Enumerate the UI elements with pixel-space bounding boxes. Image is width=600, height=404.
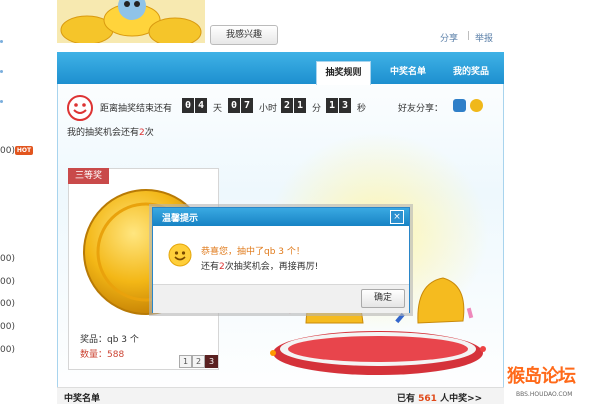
page-button[interactable]: 2 bbox=[192, 355, 205, 368]
share-link[interactable]: 分享 bbox=[440, 31, 458, 44]
countdown-digit: 2 bbox=[281, 98, 293, 113]
left-value: 00) bbox=[0, 322, 15, 332]
countdown-digit: 0 bbox=[228, 98, 240, 113]
tab-winners-list[interactable]: 中奖名单 bbox=[379, 61, 437, 84]
activity-thumbnail[interactable] bbox=[57, 0, 205, 43]
interest-button[interactable]: 我感兴趣 bbox=[210, 25, 278, 45]
left-column bbox=[0, 0, 14, 403]
countdown-digit: 0 bbox=[182, 98, 194, 113]
left-value: 00) bbox=[0, 345, 15, 355]
list-bullet bbox=[0, 40, 3, 43]
qzone-share-icon[interactable] bbox=[453, 99, 466, 112]
friend-share-label: 好友分享： bbox=[398, 104, 444, 114]
page-button[interactable]: 1 bbox=[179, 355, 192, 368]
smiley-icon bbox=[67, 95, 93, 121]
dialog-title: 温馨提示 bbox=[162, 214, 199, 224]
left-value: 00) bbox=[0, 254, 15, 264]
smile-icon bbox=[168, 243, 192, 267]
winners-count-link[interactable]: 已有 561 人中奖>> bbox=[397, 391, 482, 404]
chances-prefix: 我的抽奖机会还有 bbox=[67, 128, 140, 138]
link-separator: | bbox=[467, 31, 471, 41]
report-link[interactable]: 举报 bbox=[475, 31, 493, 44]
page-button-current[interactable]: 3 bbox=[205, 355, 218, 368]
prize-tier-tag: 三等奖 bbox=[68, 168, 109, 184]
hour-unit: 小时 bbox=[259, 104, 278, 114]
dialog-chances-prefix: 还有 bbox=[201, 262, 220, 272]
close-icon[interactable]: × bbox=[390, 210, 404, 224]
tab-my-prizes[interactable]: 我的奖品 bbox=[441, 61, 501, 84]
chances-text: 我的抽奖机会还有2次 bbox=[67, 125, 154, 138]
chances-suffix: 次 bbox=[144, 128, 154, 138]
dialog-chances-suffix: 次抽奖机会，再接再厉! bbox=[224, 262, 319, 272]
countdown-digit: 7 bbox=[241, 98, 253, 113]
winners-title: 中奖名单 bbox=[64, 394, 101, 404]
left-value: 00) bbox=[0, 299, 15, 309]
countdown-digit: 3 bbox=[339, 98, 351, 113]
weibo-share-icon[interactable] bbox=[470, 99, 483, 112]
prize-quantity: 数量：588 bbox=[80, 350, 125, 360]
ok-button[interactable]: 确定 bbox=[361, 289, 405, 308]
minute-unit: 分 bbox=[312, 104, 322, 114]
dialog-message-win: 恭喜您，抽中了qb 3 个！ bbox=[201, 247, 305, 257]
day-unit: 天 bbox=[213, 104, 223, 114]
second-unit: 秒 bbox=[357, 104, 367, 114]
list-bullet bbox=[0, 100, 3, 103]
hot-badge: HOT bbox=[15, 146, 33, 155]
forum-watermark: 猴岛论坛 bbox=[507, 366, 576, 387]
left-value: 00) bbox=[0, 146, 15, 156]
forum-watermark-url: BBS.HOUDAO.COM bbox=[516, 391, 573, 398]
countdown-digit: 1 bbox=[326, 98, 338, 113]
countdown-digit: 1 bbox=[294, 98, 306, 113]
prize-name: 奖品：qb 3 个 bbox=[80, 335, 139, 345]
dialog-message-chances: 还有2次抽奖机会，再接再厉! bbox=[201, 259, 318, 272]
tab-lottery-rules[interactable]: 抽奖规则 bbox=[316, 61, 371, 85]
left-value: 00) bbox=[0, 277, 15, 287]
list-bullet bbox=[0, 70, 3, 73]
countdown-prefix: 距离抽奖结束还有 bbox=[100, 104, 173, 114]
countdown-digit: 4 bbox=[195, 98, 207, 113]
